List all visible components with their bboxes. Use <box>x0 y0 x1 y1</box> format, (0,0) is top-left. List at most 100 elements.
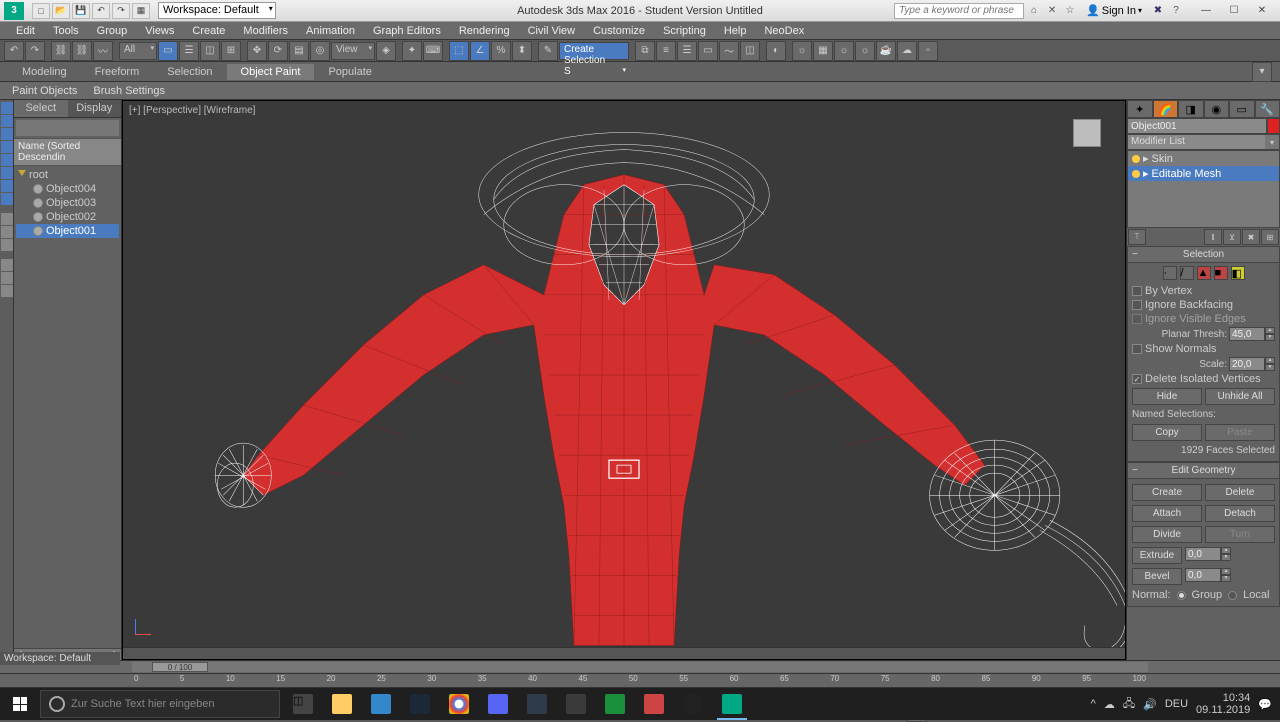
edit-named-sel-button[interactable]: ✎ <box>538 41 558 61</box>
bevel-button[interactable]: Bevel <box>1132 568 1182 585</box>
layer-tool-12[interactable] <box>1 259 13 271</box>
normal-local-radio[interactable] <box>1228 591 1237 600</box>
undo-icon[interactable]: ↶ <box>92 3 110 19</box>
create-tab[interactable]: ✦ <box>1127 100 1153 118</box>
help-search-input[interactable] <box>894 3 1024 19</box>
rotate-button[interactable]: ⟳ <box>268 41 288 61</box>
align-button[interactable]: ≡ <box>656 41 676 61</box>
notifications-icon[interactable]: 💬 <box>1258 698 1272 711</box>
maximize-button[interactable]: ☐ <box>1220 2 1248 20</box>
select-by-name-button[interactable]: ☰ <box>179 41 199 61</box>
layer-tool-4[interactable] <box>1 141 13 153</box>
element-subobj-icon[interactable]: ◧ <box>1231 266 1245 280</box>
ribbon-tab-modeling[interactable]: Modeling <box>8 64 81 80</box>
schematic-view-button[interactable]: ◫ <box>740 41 760 61</box>
percent-snap-button[interactable]: % <box>491 41 511 61</box>
spin-down[interactable]: ▼ <box>1265 334 1275 341</box>
modifier-stack[interactable]: ▸Skin▸Editable Mesh <box>1127 150 1280 228</box>
detach-button[interactable]: Detach <box>1205 505 1275 522</box>
show-end-result-button[interactable]: ǁ <box>1204 229 1222 245</box>
modifier-skin[interactable]: ▸Skin <box>1128 151 1279 166</box>
edge-subobj-icon[interactable]: / <box>1180 266 1194 280</box>
tree-item-object001[interactable]: Object001 <box>16 224 119 238</box>
layer-tool-6[interactable] <box>1 167 13 179</box>
steam-icon[interactable] <box>401 688 439 720</box>
utilities-tab[interactable]: 🔧 <box>1255 100 1280 118</box>
toggle-ribbon-button[interactable]: ▭ <box>698 41 718 61</box>
edit-geometry-header[interactable]: Edit Geometry <box>1128 463 1279 479</box>
minimize-button[interactable]: — <box>1192 2 1220 20</box>
layer-tool-11[interactable] <box>1 239 13 251</box>
project-icon[interactable]: ▦ <box>132 3 150 19</box>
network-icon[interactable]: 🖧 <box>1123 695 1135 714</box>
help-icon[interactable]: ? <box>1168 3 1184 19</box>
menu-rendering[interactable]: Rendering <box>451 24 518 38</box>
unlink-button[interactable]: ⛓ <box>72 41 92 61</box>
viewport[interactable]: [+] [Perspective] [Wireframe] <box>122 100 1126 660</box>
layer-tool-9[interactable] <box>1 213 13 225</box>
selection-rollout-header[interactable]: Selection <box>1128 247 1279 263</box>
divide-button[interactable]: Divide <box>1132 526 1202 543</box>
layer-tool-5[interactable] <box>1 154 13 166</box>
undo-button[interactable]: ↶ <box>4 41 24 61</box>
redo-icon[interactable]: ↷ <box>112 3 130 19</box>
modifier-editable-mesh[interactable]: ▸Editable Mesh <box>1128 166 1279 181</box>
manipulate-button[interactable]: ✦ <box>402 41 422 61</box>
time-slider-thumb[interactable]: 0 / 100 <box>152 662 208 672</box>
ribbon-panel-paint-objects[interactable]: Paint Objects <box>4 84 85 98</box>
link-button[interactable]: ⛓ <box>51 41 71 61</box>
select-region-button[interactable]: ◫ <box>200 41 220 61</box>
ribbon-tab-populate[interactable]: Populate <box>314 64 385 80</box>
object-color-swatch[interactable] <box>1267 118 1280 134</box>
normals-scale-input[interactable] <box>1229 357 1265 371</box>
lightbulb-icon[interactable] <box>1132 155 1140 163</box>
layer-tool-2[interactable] <box>1 115 13 127</box>
app-icon-4[interactable] <box>635 688 673 720</box>
app-icon-1[interactable] <box>518 688 556 720</box>
start-button[interactable] <box>0 688 40 720</box>
face-subobj-icon[interactable]: ▲ <box>1197 266 1211 280</box>
tree-item-object004[interactable]: Object004 <box>16 182 119 196</box>
scene-tab-select[interactable]: Select <box>14 100 68 117</box>
unhide-all-button[interactable]: Unhide All <box>1205 388 1275 405</box>
time-slider[interactable]: Workspace: Default 0 / 100 <box>0 660 1280 674</box>
polygon-subobj-icon[interactable]: ■ <box>1214 266 1228 280</box>
object-name-input[interactable] <box>1127 118 1267 134</box>
named-selection-dropdown[interactable]: Create Selection S <box>559 42 629 60</box>
bind-spacewarp-button[interactable]: 〰 <box>93 41 113 61</box>
placement-button[interactable]: ◎ <box>310 41 330 61</box>
ref-coord-dropdown[interactable]: View <box>331 42 375 60</box>
move-button[interactable]: ✥ <box>247 41 267 61</box>
save-icon[interactable]: 💾 <box>72 3 90 19</box>
copy-button[interactable]: Copy <box>1132 424 1202 441</box>
layer-tool-1[interactable] <box>1 102 13 114</box>
viewport-scrollbar-h[interactable] <box>123 647 1125 659</box>
tree-item-object002[interactable]: Object002 <box>16 210 119 224</box>
redo-button[interactable]: ↷ <box>25 41 45 61</box>
ribbon-tab-object-paint[interactable]: Object Paint <box>227 64 315 80</box>
ignore-backfacing-checkbox[interactable] <box>1132 300 1142 310</box>
hierarchy-tab[interactable]: ◨ <box>1178 100 1204 118</box>
modify-tab[interactable]: 🌈 <box>1153 100 1179 118</box>
normal-group-radio[interactable] <box>1177 591 1186 600</box>
ribbon-tab-selection[interactable]: Selection <box>153 64 226 80</box>
render-iterative-button[interactable]: ☼ <box>834 41 854 61</box>
spinner-snap-button[interactable]: ⬍ <box>512 41 532 61</box>
ribbon-menu-icon[interactable]: ▾ <box>1252 62 1272 82</box>
scene-search-input[interactable] <box>16 120 119 136</box>
menu-edit[interactable]: Edit <box>8 24 43 38</box>
tree-item-root[interactable]: root <box>16 168 119 182</box>
store-icon[interactable] <box>362 688 400 720</box>
close-button[interactable]: ✕ <box>1248 2 1276 20</box>
menu-customize[interactable]: Customize <box>585 24 653 38</box>
obs-icon[interactable] <box>674 688 712 720</box>
angle-snap-button[interactable]: ∠ <box>470 41 490 61</box>
open-autodesk-button[interactable]: ▫ <box>918 41 938 61</box>
3dsmax-taskbar-icon[interactable] <box>713 688 751 720</box>
create-button[interactable]: Create <box>1132 484 1202 501</box>
planar-thresh-input[interactable] <box>1229 327 1265 341</box>
layer-tool-14[interactable] <box>1 285 13 297</box>
infocenter-icon[interactable]: ⌂ <box>1026 3 1042 19</box>
layer-tool-8[interactable] <box>1 193 13 205</box>
scene-tab-display[interactable]: Display <box>68 100 122 117</box>
